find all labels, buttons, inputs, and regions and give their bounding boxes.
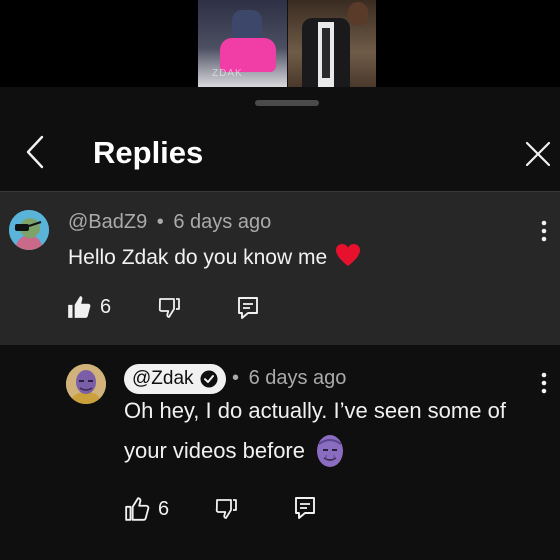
avatar[interactable] xyxy=(66,364,106,404)
reply-menu-button[interactable] xyxy=(535,370,553,396)
thumbs-down-icon xyxy=(158,298,180,318)
thumbs-down-icon xyxy=(215,499,237,519)
reply-comment-icon xyxy=(238,297,258,319)
dislike-button[interactable] xyxy=(214,497,238,526)
verified-check-icon xyxy=(200,370,218,388)
like-count: 6 xyxy=(158,497,170,520)
comment-text: Hello Zdak do you know me xyxy=(68,243,361,273)
reply-text-body: your videos before xyxy=(124,438,305,463)
reply-comment-icon xyxy=(295,497,315,519)
dislike-button[interactable] xyxy=(157,296,181,325)
reply-time: 6 days ago xyxy=(248,367,347,389)
comment-menu-button[interactable] xyxy=(535,218,553,244)
heart-icon xyxy=(336,244,361,266)
meta-separator: • xyxy=(232,367,240,389)
close-button[interactable] xyxy=(520,136,556,172)
more-vert-icon xyxy=(541,372,547,394)
close-icon xyxy=(525,141,551,167)
like-button[interactable]: 6 xyxy=(124,496,169,522)
author-chip[interactable]: @Zdak xyxy=(124,364,226,394)
video-tie xyxy=(322,28,330,78)
video-pink-skirt xyxy=(220,38,276,72)
like-button[interactable]: 6 xyxy=(66,294,111,320)
video-hand xyxy=(348,2,368,26)
thumbs-up-filled-icon xyxy=(68,296,91,318)
drag-handle[interactable] xyxy=(255,100,319,106)
replies-header xyxy=(0,112,560,191)
comment-author[interactable]: @BadZ9 xyxy=(68,211,147,233)
video-watermark: ZDAK xyxy=(212,68,243,79)
video-preview[interactable]: ZDAK xyxy=(198,0,376,87)
like-count: 6 xyxy=(100,295,112,318)
meta-separator: • xyxy=(156,211,164,233)
comment-meta: @BadZ9 • 6 days ago xyxy=(68,211,271,234)
reply-meta: • 6 days ago xyxy=(232,367,346,390)
comment-time: 6 days ago xyxy=(173,211,272,233)
thanos-emoji-icon xyxy=(317,435,343,467)
page-title: Replies xyxy=(93,135,204,170)
reply-author: @Zdak xyxy=(132,368,194,389)
chevron-left-icon xyxy=(26,135,44,169)
comment-text-body: Hello Zdak do you know me xyxy=(68,246,328,269)
thumbs-up-icon xyxy=(125,497,150,521)
avatar-thanos-icon xyxy=(66,364,106,404)
heart-emoji xyxy=(335,243,361,273)
reply-text-line1: Oh hey, I do actually. I’ve seen some of xyxy=(124,398,506,423)
reply-text-line2: your videos before xyxy=(124,434,345,468)
reply-button[interactable] xyxy=(237,296,259,325)
avatar[interactable] xyxy=(9,210,49,250)
reply-button[interactable] xyxy=(294,496,316,525)
more-vert-icon xyxy=(541,220,547,242)
avatar-badz9-icon xyxy=(9,210,49,250)
back-button[interactable] xyxy=(18,131,52,173)
